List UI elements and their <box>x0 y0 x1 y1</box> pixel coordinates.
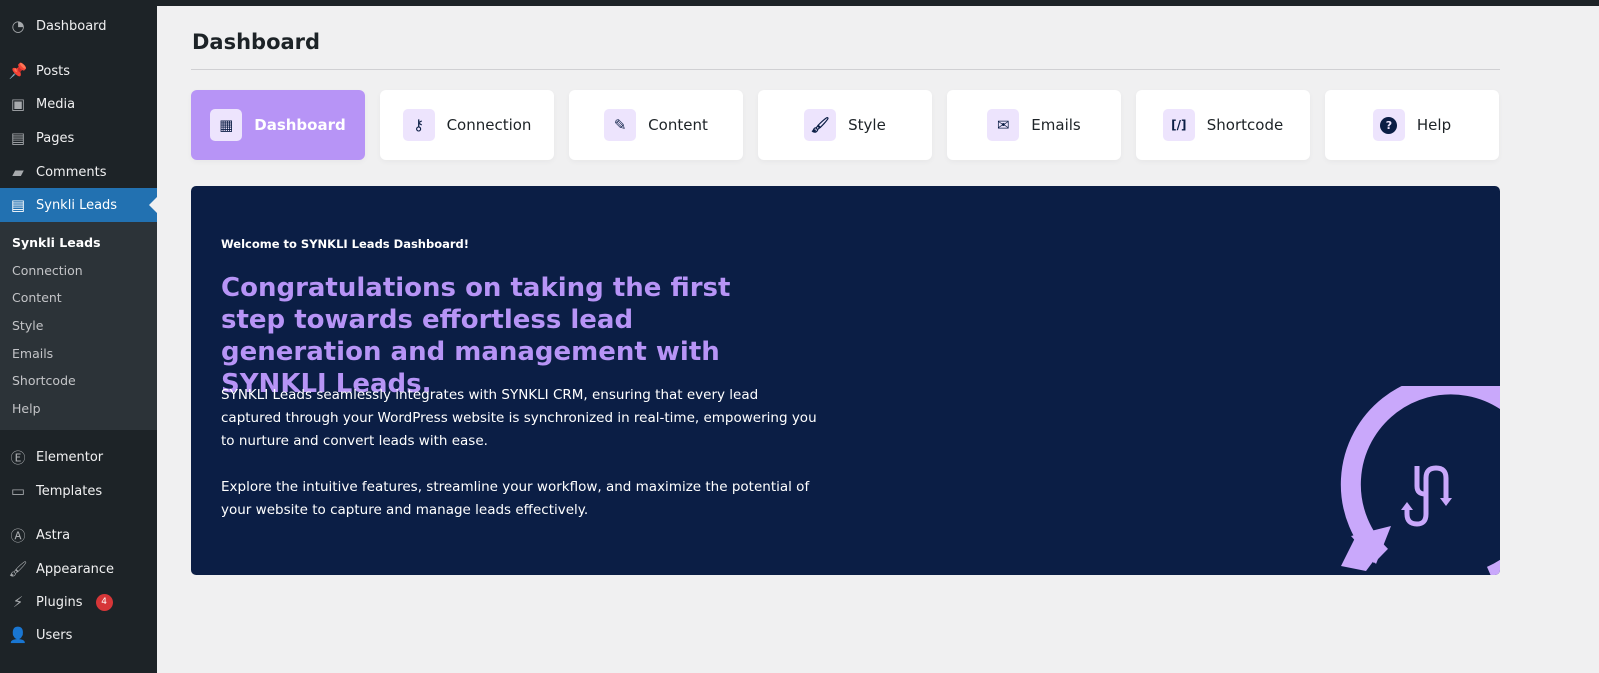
tab-label: Help <box>1416 116 1452 134</box>
tab-label: Shortcode <box>1206 116 1284 134</box>
elementor-icon: Ⓔ <box>10 448 26 467</box>
submenu-help[interactable]: Help <box>0 395 157 423</box>
submenu-shortcode[interactable]: Shortcode <box>0 367 157 395</box>
menu-label: Media <box>36 96 76 112</box>
key-icon: ⚷ <box>402 109 435 141</box>
menu-users[interactable]: 👤 Users <box>0 618 157 652</box>
menu-label: Appearance <box>36 561 115 577</box>
grid-icon: ▦ <box>210 109 243 141</box>
menu-templates[interactable]: ▭ Templates <box>0 474 157 508</box>
menu-label: Elementor <box>36 449 104 465</box>
astra-icon: Ⓐ <box>10 526 26 545</box>
pencil-icon: ✎ <box>604 109 637 141</box>
welcome-text: Welcome to SYNKLI Leads Dashboard! <box>221 237 470 251</box>
menu-label: Templates <box>36 483 103 499</box>
admin-bar <box>0 0 1599 6</box>
menu-synkli-leads[interactable]: ▤ Synkli Leads <box>0 188 157 222</box>
menu-appearance[interactable]: 🖌 Appearance <box>0 552 157 586</box>
tab-label: Connection <box>446 116 532 134</box>
divider <box>191 69 1500 70</box>
menu-label: Dashboard <box>36 18 107 34</box>
banner-paragraph-2: Explore the intuitive features, streamli… <box>221 479 810 518</box>
tab-label: Dashboard <box>254 116 346 134</box>
help-glyph: ? <box>1380 116 1398 134</box>
menu-label: Plugins <box>36 594 83 610</box>
menu-label: Pages <box>36 130 75 146</box>
sync-icon <box>1340 386 1500 575</box>
submenu-emails[interactable]: Emails <box>0 340 157 368</box>
menu-media[interactable]: ▣ Media <box>0 87 157 121</box>
plugin-tabs: ▦ Dashboard ⚷ Connection ✎ Content 🖌 Style ✉… <box>191 90 1499 160</box>
tab-help[interactable]: ? Help <box>1325 90 1499 160</box>
tab-connection[interactable]: ⚷ Connection <box>380 90 554 160</box>
media-icon: ▣ <box>10 95 26 113</box>
tab-style[interactable]: 🖌 Style <box>758 90 932 160</box>
banner-headline: Congratulations on taking the first step… <box>221 273 731 399</box>
menu-plugins[interactable]: ⚡ Plugins 4 <box>0 585 157 619</box>
menu-label: Comments <box>36 164 107 180</box>
menu-label: Users <box>36 627 73 643</box>
user-icon: 👤 <box>8 626 28 644</box>
submenu-synkli-leads[interactable]: Synkli Leads <box>0 229 157 257</box>
submenu-connection[interactable]: Connection <box>0 257 157 285</box>
menu-posts[interactable]: 📌 Posts <box>0 54 157 88</box>
help-icon: ? <box>1372 109 1405 141</box>
submenu-style[interactable]: Style <box>0 312 157 340</box>
update-count-badge: 4 <box>95 593 113 611</box>
brush-icon: 🖌 <box>804 109 837 141</box>
tab-dashboard[interactable]: ▦ Dashboard <box>191 90 365 160</box>
tab-label: Content <box>648 116 708 134</box>
folder-icon: ▭ <box>10 482 26 500</box>
brush-icon: 🖌 <box>8 560 28 578</box>
menu-pages[interactable]: ▤ Pages <box>0 121 157 155</box>
admin-sidebar: ◔ Dashboard 📌 Posts ▣ Media ▤ Pages ▰ Comment… <box>0 0 157 673</box>
menu-elementor[interactable]: Ⓔ Elementor <box>0 440 157 474</box>
synkli-submenu: Synkli Leads Connection Content Style Em… <box>0 222 157 430</box>
envelope-icon: ✉ <box>987 109 1020 141</box>
plugin-icon: ⚡ <box>12 593 24 611</box>
menu-label: Posts <box>36 63 70 79</box>
submenu-content[interactable]: Content <box>0 284 157 312</box>
banner-paragraph-1: SYNKLI Leads seamlessly integrates with … <box>221 387 817 449</box>
pages-icon: ▤ <box>10 129 26 147</box>
shortcode-icon: [/] <box>1162 109 1195 141</box>
menu-dashboard[interactable]: ◔ Dashboard <box>0 9 157 43</box>
synkli-icon: ▤ <box>10 196 26 214</box>
tab-label: Emails <box>1031 116 1081 134</box>
welcome-banner: Welcome to SYNKLI Leads Dashboard! Congr… <box>191 186 1500 575</box>
menu-label: Astra <box>36 527 71 543</box>
dashboard-icon: ◔ <box>11 17 25 35</box>
comment-icon: ▰ <box>12 163 24 181</box>
page-title: Dashboard <box>192 30 321 54</box>
tab-emails[interactable]: ✉ Emails <box>947 90 1121 160</box>
menu-comments[interactable]: ▰ Comments <box>0 155 157 189</box>
pin-icon: 📌 <box>8 62 28 80</box>
menu-label: Synkli Leads <box>36 197 118 213</box>
tab-label: Style <box>848 116 886 134</box>
tab-shortcode[interactable]: [/] Shortcode <box>1136 90 1310 160</box>
tab-content[interactable]: ✎ Content <box>569 90 743 160</box>
menu-astra[interactable]: Ⓐ Astra <box>0 518 157 552</box>
